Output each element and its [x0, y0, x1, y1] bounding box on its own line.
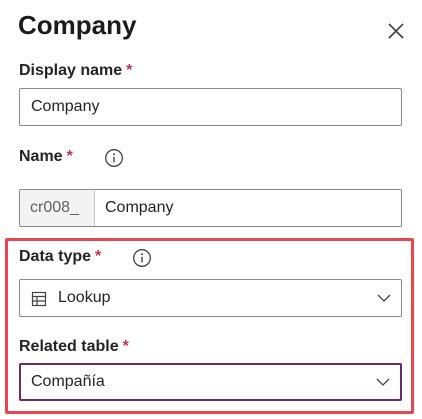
related-table-dropdown[interactable]: Compañía — [19, 363, 402, 401]
info-icon[interactable] — [132, 248, 152, 268]
display-name-value: Company — [31, 98, 100, 115]
data-type-label: Data type * — [19, 248, 101, 266]
display-name-label: Display name * — [19, 62, 132, 80]
info-icon[interactable] — [104, 148, 124, 168]
required-mark: * — [126, 62, 133, 79]
data-type-dropdown[interactable]: Lookup — [19, 279, 402, 317]
name-label: Name * — [19, 148, 73, 166]
table-icon — [31, 291, 47, 307]
name-prefix-text: cr008_ — [30, 199, 79, 216]
required-mark: * — [122, 338, 129, 355]
display-name-label-text: Display name — [19, 62, 123, 79]
name-value: Company — [105, 199, 174, 216]
close-icon[interactable] — [383, 18, 409, 44]
chevron-down-icon — [375, 375, 391, 389]
name-label-text: Name — [19, 148, 63, 165]
required-mark: * — [95, 248, 102, 265]
related-table-value: Compañía — [31, 373, 105, 390]
panel-title: Company — [18, 10, 137, 40]
required-mark: * — [66, 148, 73, 165]
data-type-label-text: Data type — [19, 248, 92, 265]
display-name-field[interactable]: Company — [19, 88, 402, 126]
name-prefix: cr008_ — [20, 190, 95, 226]
related-table-label: Related table * — [19, 338, 129, 356]
chevron-down-icon — [376, 291, 392, 305]
name-field[interactable]: cr008_ Company — [19, 189, 402, 227]
related-table-label-text: Related table — [19, 338, 119, 355]
data-type-value: Lookup — [58, 289, 111, 306]
